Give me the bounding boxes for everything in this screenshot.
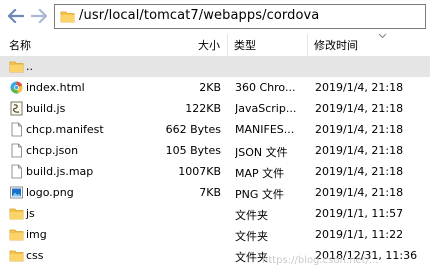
file-name: img (26, 228, 47, 241)
file-type: 360 Chro... (235, 81, 296, 94)
file-type: JavaScrip... (235, 102, 297, 115)
column-type-header[interactable]: 类型 (234, 37, 256, 53)
arrow-right-icon (31, 9, 47, 23)
file-size: 122KB (185, 102, 221, 115)
file-size: 2KB (199, 81, 221, 94)
back-button[interactable] (6, 6, 26, 26)
file-name: chcp.manifest (26, 123, 104, 136)
file-icon (9, 164, 24, 179)
file-name: js (26, 207, 35, 220)
list-item[interactable]: .. (0, 56, 430, 77)
folder-icon (60, 9, 75, 27)
watermark: https://blog.csdn.net/... (262, 255, 379, 266)
file-date: 2019/1/4, 21:18 (315, 186, 404, 199)
file-size: 1007KB (178, 165, 221, 178)
folder-icon (9, 206, 24, 221)
html-file-icon (9, 80, 24, 95)
file-icon (9, 143, 24, 158)
address-bar[interactable]: /usr/local/tomcat7/webapps/cordova (54, 4, 426, 29)
file-icon (9, 122, 24, 137)
list-item[interactable]: chcp.json 105 Bytes JSON 文件 2019/1/4, 21… (0, 140, 430, 161)
file-name: .. (26, 60, 33, 73)
file-type: MAP 文件 (235, 167, 285, 180)
file-date: 2019/1/4, 21:18 (315, 81, 404, 94)
file-date: 2019/1/4, 21:18 (315, 123, 404, 136)
list-item[interactable]: index.html 2KB 360 Chro... 2019/1/4, 21:… (0, 77, 430, 98)
forward-button[interactable] (29, 6, 49, 26)
file-name: chcp.json (26, 144, 79, 157)
file-type: 文件夹 (235, 209, 268, 222)
list-item[interactable]: js 文件夹 2019/1/1, 11:57 (0, 203, 430, 224)
address-path: /usr/local/tomcat7/webapps/cordova (79, 8, 320, 23)
image-file-icon (9, 185, 24, 200)
file-date: 2019/1/4, 21:18 (315, 165, 404, 178)
file-type: JSON 文件 (235, 146, 288, 159)
column-divider[interactable] (307, 34, 308, 56)
script-file-icon (9, 101, 24, 116)
list-item[interactable]: build.js.map 1007KB MAP 文件 2019/1/4, 21:… (0, 161, 430, 182)
column-date-header[interactable]: 修改时间 (314, 37, 358, 53)
list-item[interactable]: build.js 122KB JavaScrip... 2019/1/4, 21… (0, 98, 430, 119)
file-name: logo.png (26, 186, 74, 199)
list-item[interactable]: img 文件夹 2019/1/1, 11:22 (0, 224, 430, 245)
sort-caret-icon (378, 29, 387, 42)
file-type: 文件夹 (235, 230, 268, 243)
file-size: 105 Bytes (165, 144, 221, 157)
file-date: 2019/1/4, 21:18 (315, 144, 404, 157)
list-item[interactable]: chcp.manifest 662 Bytes MANIFES... 2019/… (0, 119, 430, 140)
file-date: 2019/1/1, 11:57 (315, 207, 404, 220)
file-size: 7KB (199, 186, 221, 199)
file-name: build.js (26, 102, 66, 115)
file-type: PNG 文件 (235, 188, 284, 201)
arrow-left-icon (8, 9, 24, 23)
folder-icon (9, 248, 24, 263)
column-size-header[interactable]: 大小 (198, 37, 220, 53)
toolbar: /usr/local/tomcat7/webapps/cordova (0, 0, 430, 32)
list-item[interactable]: logo.png 7KB PNG 文件 2019/1/4, 21:18 (0, 182, 430, 203)
folder-icon (9, 227, 24, 242)
file-size: 662 Bytes (165, 123, 221, 136)
column-divider[interactable] (227, 34, 228, 56)
file-name: build.js.map (26, 165, 94, 178)
file-name: index.html (26, 81, 85, 94)
file-type: MANIFES... (235, 123, 295, 136)
column-header: 名称 大小 类型 修改时间 (0, 34, 430, 54)
file-date: 2019/1/4, 21:18 (315, 102, 404, 115)
column-name-header[interactable]: 名称 (9, 37, 31, 53)
file-date: 2019/1/1, 11:22 (315, 228, 404, 241)
file-name: css (26, 249, 44, 262)
folder-up-icon (9, 59, 24, 74)
